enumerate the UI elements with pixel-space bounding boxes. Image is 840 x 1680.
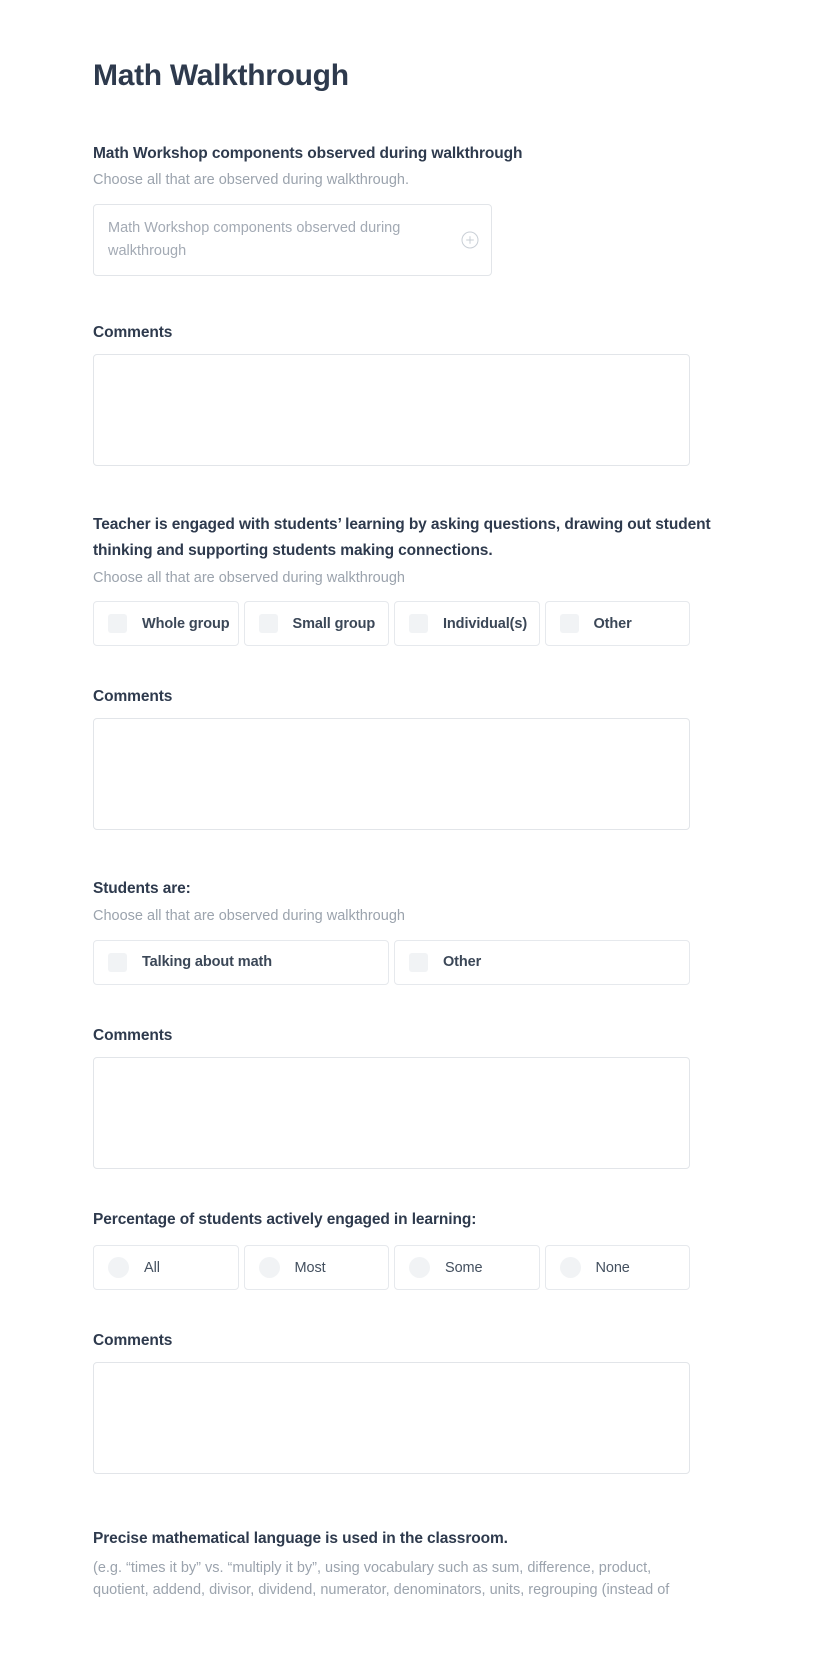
- checkbox-icon[interactable]: [258, 614, 278, 634]
- comments-label: Comments: [93, 688, 173, 706]
- multiselect-math-workshop-components[interactable]: Math Workshop components observed during…: [93, 203, 492, 276]
- checkbox-icon[interactable]: [409, 952, 428, 972]
- comments-block-2: Comments: [93, 688, 747, 831]
- option-label: Small group: [292, 615, 376, 632]
- plus-circle-icon[interactable]: [461, 231, 479, 249]
- radio-option-all[interactable]: All: [93, 1245, 239, 1291]
- question-subtitle: Choose all that are observed during walk…: [93, 172, 409, 189]
- comments-block-4: Comments: [93, 1332, 747, 1475]
- checkbox-option-other[interactable]: Other: [394, 939, 690, 985]
- option-label: All: [144, 1259, 160, 1276]
- question-students-are: Students are: Choose all that are observ…: [93, 876, 747, 985]
- checkbox-icon[interactable]: [409, 614, 428, 634]
- checkbox-option-small-group[interactable]: Small group: [243, 601, 389, 647]
- multiselect-placeholder: Math Workshop components observed during…: [108, 220, 401, 259]
- page-title: Math Walkthrough: [93, 59, 349, 92]
- comments-block-1: Comments: [93, 324, 747, 466]
- checkbox-group-teacher-engagement: Whole group Small group Individual(s) Ot…: [93, 601, 690, 647]
- option-label: Talking about math: [142, 954, 273, 971]
- question-precise-language: Precise mathematical language is used in…: [93, 1526, 747, 1601]
- comments-textarea-1[interactable]: [93, 353, 690, 466]
- option-label: Whole group: [142, 615, 230, 632]
- radio-icon[interactable]: [108, 1257, 129, 1279]
- checkbox-option-talking-about-math[interactable]: Talking about math: [93, 939, 389, 985]
- option-label: None: [595, 1259, 630, 1276]
- comments-textarea-2[interactable]: [93, 718, 690, 831]
- checkbox-icon[interactable]: [559, 614, 579, 634]
- radio-option-none[interactable]: None: [544, 1245, 690, 1291]
- checkbox-option-individuals[interactable]: Individual(s): [394, 601, 540, 647]
- question-percentage-engaged: Percentage of students actively engaged …: [93, 1207, 747, 1291]
- comments-textarea-4[interactable]: [93, 1362, 690, 1475]
- question-subtitle: (e.g. “times it by” vs. “multiply it by”…: [93, 1559, 670, 1598]
- option-label: Other: [593, 615, 632, 632]
- question-title: Percentage of students actively engaged …: [93, 1210, 477, 1228]
- option-label: Individual(s): [443, 615, 528, 632]
- radio-icon[interactable]: [409, 1257, 430, 1279]
- option-label: Most: [294, 1259, 326, 1276]
- radio-icon[interactable]: [559, 1257, 581, 1279]
- question-math-workshop-components: Math Workshop components observed during…: [93, 141, 747, 276]
- option-label: Other: [443, 954, 482, 971]
- radio-option-most[interactable]: Most: [243, 1245, 389, 1291]
- checkbox-option-whole-group[interactable]: Whole group: [93, 601, 239, 647]
- comments-block-3: Comments: [93, 1027, 747, 1169]
- question-subtitle: Choose all that are observed during walk…: [93, 569, 405, 586]
- comments-label: Comments: [93, 1332, 173, 1350]
- question-title: Precise mathematical language is used in…: [93, 1530, 508, 1548]
- comments-label: Comments: [93, 1026, 173, 1044]
- form-page: Math Walkthrough Math Workshop component…: [0, 0, 840, 1601]
- comments-textarea-3[interactable]: [93, 1056, 690, 1169]
- checkbox-icon[interactable]: [108, 614, 127, 634]
- checkbox-option-other[interactable]: Other: [544, 601, 690, 647]
- question-title: Math Workshop components observed during…: [93, 144, 523, 162]
- radio-icon[interactable]: [258, 1257, 280, 1279]
- question-title: Teacher is engaged with students’ learni…: [93, 515, 711, 560]
- comments-label: Comments: [93, 323, 173, 341]
- question-teacher-engagement: Teacher is engaged with students’ learni…: [93, 512, 747, 647]
- radio-option-some[interactable]: Some: [394, 1245, 540, 1291]
- checkbox-icon[interactable]: [108, 952, 127, 972]
- checkbox-group-students-are: Talking about math Other: [93, 939, 690, 985]
- question-title: Students are:: [93, 880, 191, 898]
- question-subtitle: Choose all that are observed during walk…: [93, 908, 405, 925]
- radio-group-percentage-engaged: All Most Some None: [93, 1245, 690, 1291]
- option-label: Some: [445, 1259, 483, 1276]
